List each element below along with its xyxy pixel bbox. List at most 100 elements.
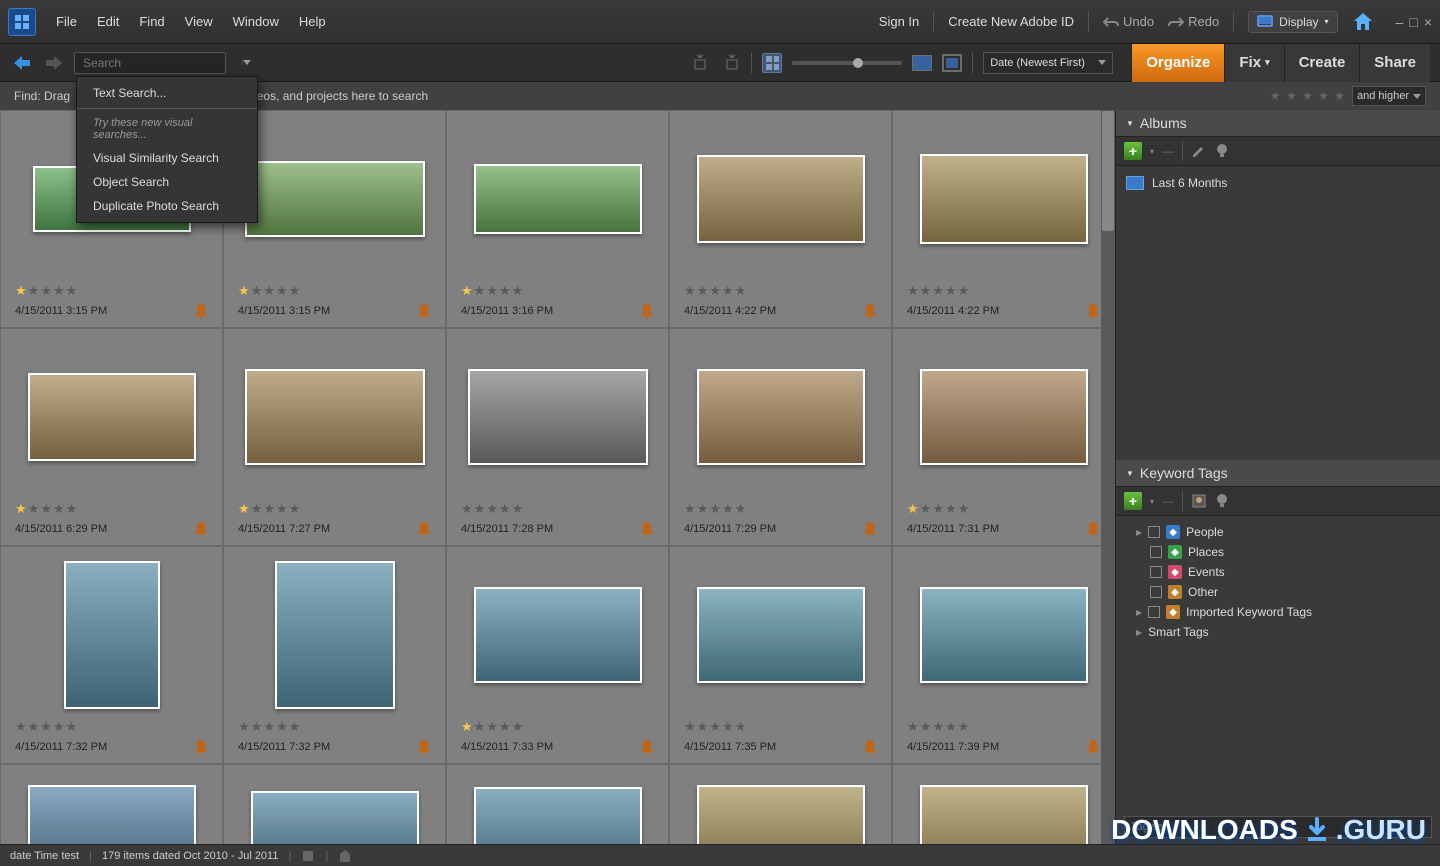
rating-filter-stars[interactable]: ★ ★ ★ ★ ★	[1270, 89, 1346, 103]
photo-cell[interactable]: ★★★★★4/15/2011 7:32 PM	[0, 546, 223, 764]
undo-button[interactable]: Undo	[1103, 14, 1154, 29]
photo-cell[interactable]: ★★★★★4/15/2011 4:22 PM	[892, 110, 1115, 328]
menu-item[interactable]: Duplicate Photo Search	[77, 194, 257, 218]
photo-cell[interactable]: ★★★★★4/15/2011 6:29 PM	[0, 328, 223, 546]
app-logo[interactable]	[8, 8, 36, 36]
tag-checkbox[interactable]	[1148, 526, 1160, 538]
rating-filter-dropdown[interactable]: and higher	[1352, 86, 1426, 106]
photo-cell[interactable]	[669, 764, 892, 844]
rating-stars[interactable]: ★★★★★	[238, 719, 431, 735]
signin-button[interactable]: Sign In	[879, 14, 919, 29]
edit-album-icon[interactable]	[1191, 143, 1207, 159]
photo-cell[interactable]: ★★★★★4/15/2011 7:29 PM	[669, 328, 892, 546]
photo-cell[interactable]: ★★★★★4/15/2011 3:16 PM	[446, 110, 669, 328]
rating-stars[interactable]: ★★★★★	[238, 283, 431, 299]
bell-icon[interactable]	[640, 521, 654, 537]
bell-icon[interactable]	[194, 739, 208, 755]
tab-fix[interactable]: Fix▾	[1224, 44, 1283, 82]
tag-item[interactable]: ◆Other	[1126, 582, 1430, 602]
scrollbar[interactable]	[1101, 110, 1115, 844]
tag-item[interactable]: ◆Events	[1126, 562, 1430, 582]
grid-view-icon[interactable]	[762, 53, 782, 73]
rating-stars[interactable]: ★★★★★	[907, 719, 1100, 735]
tag-checkbox[interactable]	[1148, 606, 1160, 618]
bell-icon[interactable]	[417, 521, 431, 537]
status-icon1[interactable]	[301, 849, 315, 863]
tags-panel-header[interactable]: ▼Keyword Tags	[1116, 460, 1440, 487]
rating-stars[interactable]: ★★★★★	[684, 283, 877, 299]
bell-icon[interactable]	[194, 303, 208, 319]
photo-cell[interactable]: ★★★★★4/15/2011 7:33 PM	[446, 546, 669, 764]
maximize-button[interactable]: □	[1409, 14, 1417, 30]
bell-icon[interactable]	[1086, 303, 1100, 319]
add-tag-button[interactable]: +	[1124, 492, 1142, 510]
photo-cell[interactable]: ★★★★★4/15/2011 7:31 PM	[892, 328, 1115, 546]
rating-stars[interactable]: ★★★★★	[15, 501, 208, 517]
albums-panel-header[interactable]: ▼Albums	[1116, 110, 1440, 137]
menu-item[interactable]: Text Search...	[77, 81, 257, 105]
rotate-right-icon[interactable]	[721, 53, 741, 73]
idea-icon[interactable]	[1215, 493, 1229, 509]
zoom-thumb[interactable]	[853, 58, 863, 68]
bell-icon[interactable]	[1086, 739, 1100, 755]
home-icon[interactable]	[1352, 11, 1374, 33]
menu-item[interactable]: Visual Similarity Search	[77, 146, 257, 170]
minimize-button[interactable]: –	[1396, 14, 1404, 30]
bell-icon[interactable]	[863, 303, 877, 319]
photo-cell[interactable]	[892, 764, 1115, 844]
rating-stars[interactable]: ★★★★★	[15, 283, 208, 299]
bell-icon[interactable]	[640, 303, 654, 319]
rating-stars[interactable]: ★★★★★	[907, 283, 1100, 299]
bell-icon[interactable]	[194, 521, 208, 537]
sort-dropdown[interactable]: Date (Newest First)	[983, 52, 1113, 74]
fullscreen-icon[interactable]	[942, 53, 962, 73]
display-dropdown[interactable]: Display ▾	[1248, 11, 1337, 33]
photo-cell[interactable]: ★★★★★4/15/2011 7:35 PM	[669, 546, 892, 764]
single-view-icon[interactable]	[912, 53, 932, 73]
tag-item[interactable]: ▶◆People	[1126, 522, 1430, 542]
menu-find[interactable]: Find	[139, 14, 164, 29]
search-field[interactable]	[83, 56, 238, 70]
menu-file[interactable]: File	[56, 14, 77, 29]
menu-item[interactable]: Object Search	[77, 170, 257, 194]
tag-checkbox[interactable]	[1150, 546, 1162, 558]
photo-cell[interactable]	[0, 764, 223, 844]
rating-stars[interactable]: ★★★★★	[907, 501, 1100, 517]
rating-stars[interactable]: ★★★★★	[238, 501, 431, 517]
idea-icon[interactable]	[1215, 143, 1229, 159]
rating-stars[interactable]: ★★★★★	[461, 501, 654, 517]
close-button[interactable]: ×	[1424, 14, 1432, 30]
status-icon2[interactable]	[338, 849, 352, 863]
search-input[interactable]	[74, 52, 226, 74]
tab-share[interactable]: Share	[1359, 44, 1430, 82]
photo-cell[interactable]	[223, 764, 446, 844]
forward-button[interactable]	[42, 53, 66, 73]
bell-icon[interactable]	[417, 739, 431, 755]
bell-icon[interactable]	[1086, 521, 1100, 537]
photo-cell[interactable]: ★★★★★4/15/2011 7:27 PM	[223, 328, 446, 546]
menu-view[interactable]: View	[185, 14, 213, 29]
bell-icon[interactable]	[863, 739, 877, 755]
photo-cell[interactable]	[446, 764, 669, 844]
tag-item[interactable]: ◆Places	[1126, 542, 1430, 562]
rating-stars[interactable]: ★★★★★	[684, 719, 877, 735]
face-tag-icon[interactable]	[1191, 493, 1207, 509]
rating-stars[interactable]: ★★★★★	[15, 719, 208, 735]
smart-tags[interactable]: ▶Smart Tags	[1126, 622, 1430, 642]
bell-icon[interactable]	[417, 303, 431, 319]
tag-checkbox[interactable]	[1150, 586, 1162, 598]
back-button[interactable]	[10, 53, 34, 73]
tag-item[interactable]: ▶◆Imported Keyword Tags	[1126, 602, 1430, 622]
photo-cell[interactable]: ★★★★★4/15/2011 4:22 PM	[669, 110, 892, 328]
search-dropdown-toggle[interactable]	[242, 60, 251, 65]
rating-stars[interactable]: ★★★★★	[684, 501, 877, 517]
menu-help[interactable]: Help	[299, 14, 326, 29]
menu-edit[interactable]: Edit	[97, 14, 119, 29]
bell-icon[interactable]	[640, 739, 654, 755]
rotate-left-icon[interactable]	[691, 53, 711, 73]
add-album-button[interactable]: +	[1124, 142, 1142, 160]
create-id-button[interactable]: Create New Adobe ID	[948, 14, 1074, 29]
zoom-slider[interactable]	[792, 61, 902, 65]
rating-stars[interactable]: ★★★★★	[461, 283, 654, 299]
photo-cell[interactable]: ★★★★★4/15/2011 7:32 PM	[223, 546, 446, 764]
